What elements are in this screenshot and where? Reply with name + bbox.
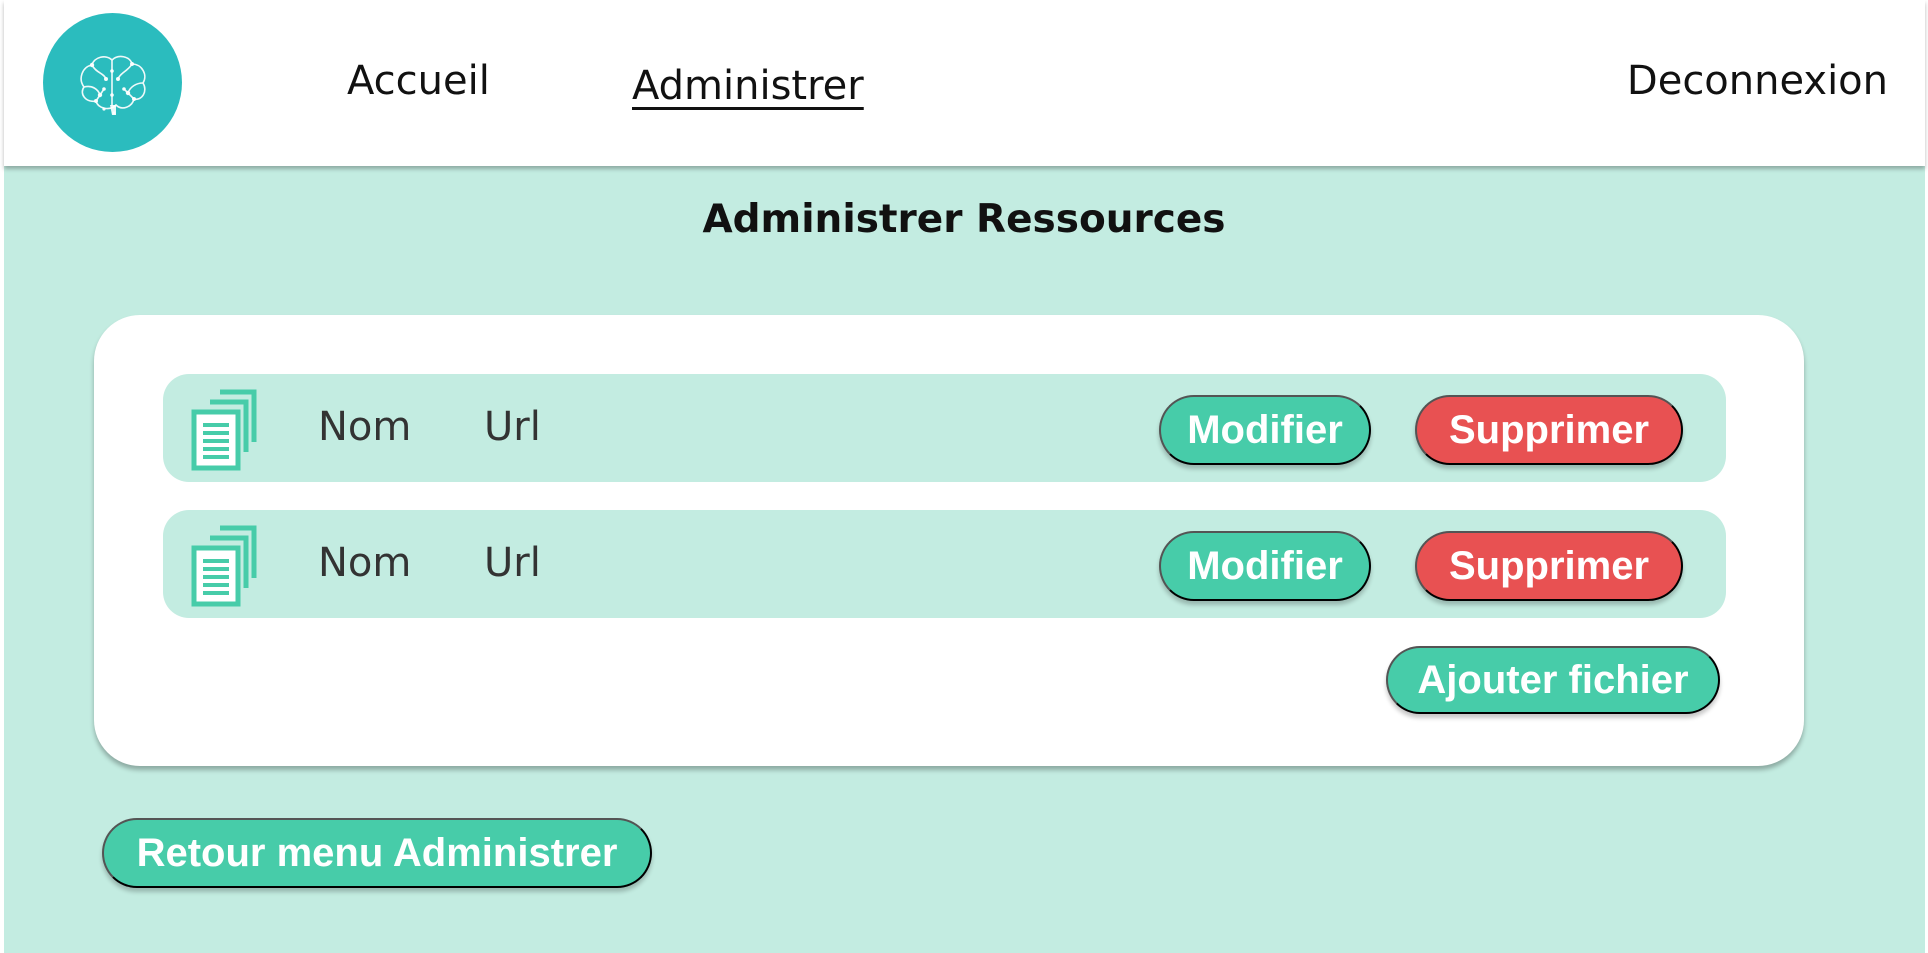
nav-link-administer[interactable]: Administrer [632, 63, 864, 109]
document-stack-icon [190, 524, 262, 608]
edit-button[interactable]: Modifier [1159, 395, 1371, 465]
document-stack-icon [190, 388, 262, 472]
back-to-admin-menu-button[interactable]: Retour menu Administrer [102, 818, 652, 888]
resource-url: Url [484, 540, 541, 586]
nav-link-home[interactable]: Accueil [347, 58, 490, 104]
brain-icon [79, 55, 146, 115]
delete-button[interactable]: Supprimer [1415, 395, 1683, 465]
add-file-button[interactable]: Ajouter fichier [1386, 646, 1720, 714]
resource-row: Nom Url Modifier Supprimer [163, 374, 1726, 482]
resource-row: Nom Url Modifier Supprimer [163, 510, 1726, 618]
resource-url: Url [484, 404, 541, 450]
edit-button[interactable]: Modifier [1159, 531, 1371, 601]
page-title: Administrer Ressources [702, 197, 1226, 242]
logo[interactable] [43, 13, 182, 152]
top-navbar: Accueil Administrer Deconnexion [4, 0, 1925, 166]
delete-button[interactable]: Supprimer [1415, 531, 1683, 601]
resource-name: Nom [318, 540, 412, 586]
resource-name: Nom [318, 404, 412, 450]
resources-card: Nom Url Modifier Supprimer Nom Url Modif… [94, 315, 1804, 766]
nav-link-logout[interactable]: Deconnexion [1627, 58, 1888, 104]
